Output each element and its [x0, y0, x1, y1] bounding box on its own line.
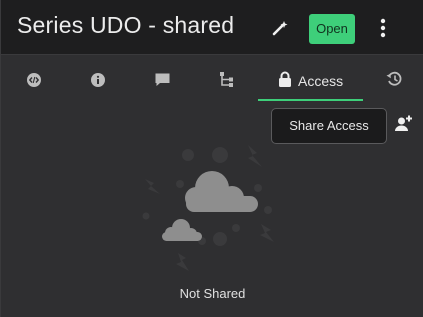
tab-access-label: Access [298, 73, 344, 89]
lineage-icon [220, 72, 233, 87]
lock-icon [279, 71, 291, 87]
tab-comments[interactable] [147, 56, 179, 102]
open-button[interactable]: Open [309, 14, 355, 44]
share-access-button[interactable] [394, 114, 414, 134]
code-icon [27, 73, 41, 87]
tab-lineage[interactable] [211, 56, 243, 102]
empty-state-message: Not Shared [179, 286, 246, 301]
active-tab-indicator [258, 99, 363, 101]
kebab-menu-icon [380, 18, 386, 38]
tab-bar: Access [1, 56, 423, 102]
share-access-tooltip: Share Access [271, 108, 387, 144]
tab-history[interactable] [379, 56, 411, 102]
page-title: Series UDO - shared [17, 12, 235, 38]
info-icon [91, 73, 105, 87]
wand-icon [272, 21, 288, 36]
edit-button[interactable] [269, 17, 291, 39]
history-icon [386, 71, 402, 86]
add-user-icon [395, 115, 412, 131]
details-panel: Series UDO - shared Open Access Share Ac… [0, 0, 423, 317]
tab-info[interactable] [83, 56, 115, 102]
tab-access[interactable]: Access [258, 56, 363, 102]
comment-icon [155, 73, 170, 86]
more-options-button[interactable] [373, 16, 393, 40]
panel-header: Series UDO - shared Open [1, 0, 423, 55]
not-shared-illustration [136, 138, 286, 278]
tab-code[interactable] [19, 56, 51, 102]
